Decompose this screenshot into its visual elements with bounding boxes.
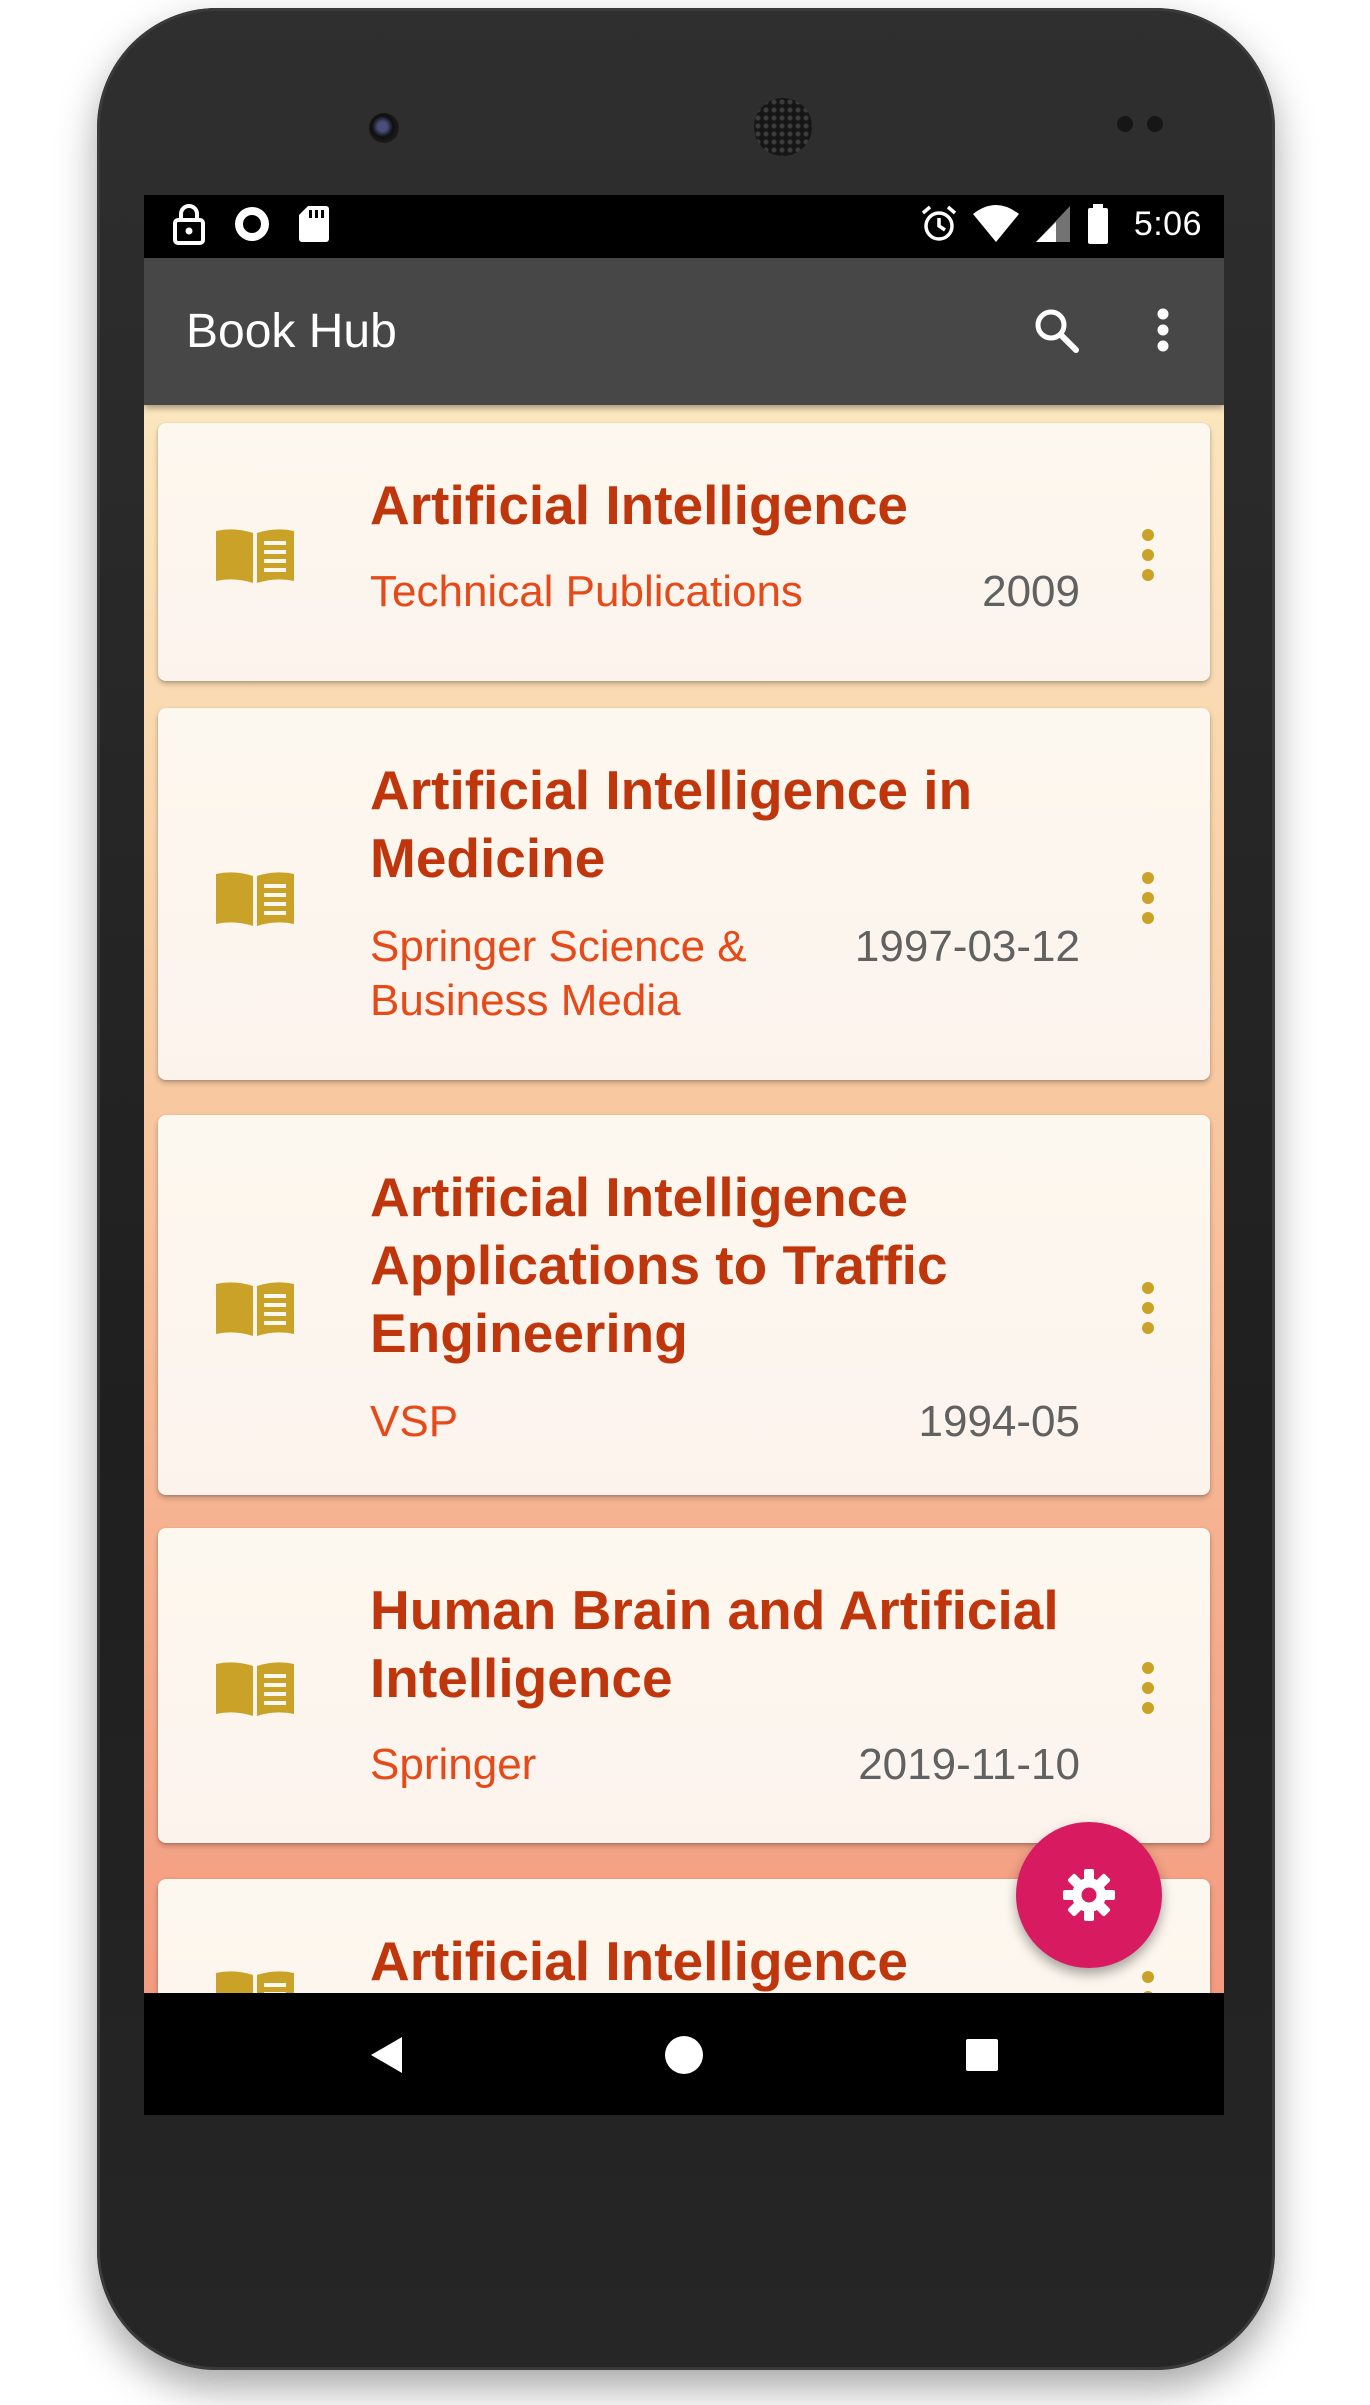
book-date: 1994-05 (918, 1397, 1080, 1446)
book-icon (216, 529, 294, 583)
overflow-menu-button[interactable] (1131, 298, 1195, 362)
battery-icon (1087, 204, 1108, 244)
book-publisher: Technical Publications (370, 567, 803, 616)
sd-card-icon (299, 206, 329, 242)
book-icon (216, 872, 294, 926)
book-date: 2019-11-10 (858, 1740, 1080, 1789)
home-circle-icon (665, 2036, 703, 2074)
book-icon (216, 1662, 294, 1716)
book-card[interactable]: Artificial Intelligence Applications to … (158, 1115, 1210, 1495)
book-card[interactable]: Artificial Intelligence Technical Public… (158, 423, 1210, 681)
more-vertical-icon[interactable] (1138, 525, 1158, 585)
more-vertical-icon[interactable] (1138, 1278, 1158, 1338)
recents-square-icon (966, 2039, 998, 2071)
search-icon (1035, 309, 1079, 353)
book-title: Artificial Intelligence (370, 474, 908, 536)
book-title: Artificial Intelligence in Medicine (370, 759, 973, 889)
recents-button[interactable] (950, 2023, 1014, 2087)
book-icon (216, 1971, 294, 1993)
app-title: Book Hub (186, 305, 397, 358)
front-camera (369, 113, 399, 143)
sync-circle-icon (235, 207, 269, 241)
signal-icon (1035, 206, 1070, 242)
alarm-icon (921, 205, 956, 241)
search-button[interactable] (1024, 298, 1088, 362)
earpiece-speaker (754, 98, 812, 156)
more-vertical-icon[interactable] (1138, 868, 1158, 928)
status-bar: 5:06 (144, 195, 1224, 258)
book-publisher: VSP (370, 1397, 459, 1446)
settings-fab[interactable] (1016, 1822, 1162, 1968)
book-icon (216, 1282, 294, 1336)
back-triangle-icon (371, 2037, 402, 2073)
app-bar: Book Hub (144, 258, 1224, 405)
navigation-bar (144, 1993, 1224, 2115)
book-card[interactable]: Human Brain and Artificial Intelligence … (158, 1528, 1210, 1843)
book-card[interactable]: Artificial Intelligence in Medicine Spri… (158, 708, 1210, 1080)
book-title: Artificial Intelligence (370, 1930, 908, 1992)
book-date: 1997-03-12 (854, 922, 1080, 971)
lock-icon (173, 204, 205, 245)
book-title: Human Brain and Artificial Intelligence (370, 1579, 1059, 1709)
book-publisher: Springer (370, 1740, 537, 1789)
more-vertical-icon (1157, 308, 1169, 352)
book-date: 2009 (982, 567, 1080, 616)
settings-gear-icon (1063, 1869, 1115, 1921)
more-vertical-icon[interactable] (1138, 1658, 1158, 1718)
screen: 5:06 Book Hub Artificial Intelligence Te… (144, 195, 1224, 2115)
book-publisher: Springer Science & Business Media (370, 922, 747, 1025)
status-clock: 5:06 (1133, 204, 1202, 243)
light-sensor (1147, 116, 1163, 132)
home-button[interactable] (652, 2023, 716, 2087)
more-vertical-icon[interactable] (1138, 1967, 1158, 1993)
back-button[interactable] (354, 2023, 418, 2087)
proximity-sensor (1117, 116, 1133, 132)
book-title: Artificial Intelligence Applications to … (370, 1166, 948, 1364)
wifi-icon (972, 205, 1019, 242)
book-list[interactable]: Artificial Intelligence Technical Public… (144, 405, 1224, 1993)
